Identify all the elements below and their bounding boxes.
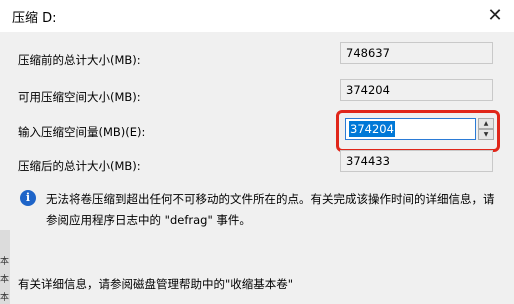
available-space-value: 374204 xyxy=(340,79,493,101)
shrink-amount-label: 输入压缩空间量(MB)(E): xyxy=(18,125,146,139)
title-bar: 压缩 D: ✕ xyxy=(0,0,514,32)
background-window-edge: 本 本 本 xyxy=(0,230,10,304)
footer-help-text: 有关详细信息，请参阅磁盘管理帮助中的"收缩基本卷" xyxy=(18,277,294,291)
shrink-amount-spinner[interactable]: ▲ ▼ xyxy=(478,118,494,140)
spin-up-button[interactable]: ▲ xyxy=(478,118,494,129)
shrink-amount-value[interactable]: 374204 xyxy=(349,121,395,137)
total-before-value: 748637 xyxy=(340,42,493,64)
available-space-label: 可用压缩空间大小(MB): xyxy=(18,90,141,104)
spin-down-button[interactable]: ▼ xyxy=(478,129,494,140)
total-after-label: 压缩后的总计大小(MB): xyxy=(18,159,141,173)
window-title: 压缩 D: xyxy=(12,11,57,26)
close-icon[interactable]: ✕ xyxy=(484,5,506,27)
info-message: 无法将卷压缩到超出任何不可移动的文件所在的点。有关完成该操作时间的详细信息，请参… xyxy=(46,192,495,227)
info-icon: i xyxy=(20,190,36,206)
total-after-value: 374433 xyxy=(340,150,493,172)
total-before-label: 压缩前的总计大小(MB): xyxy=(18,53,141,67)
shrink-amount-input[interactable]: 374204 xyxy=(345,118,476,140)
